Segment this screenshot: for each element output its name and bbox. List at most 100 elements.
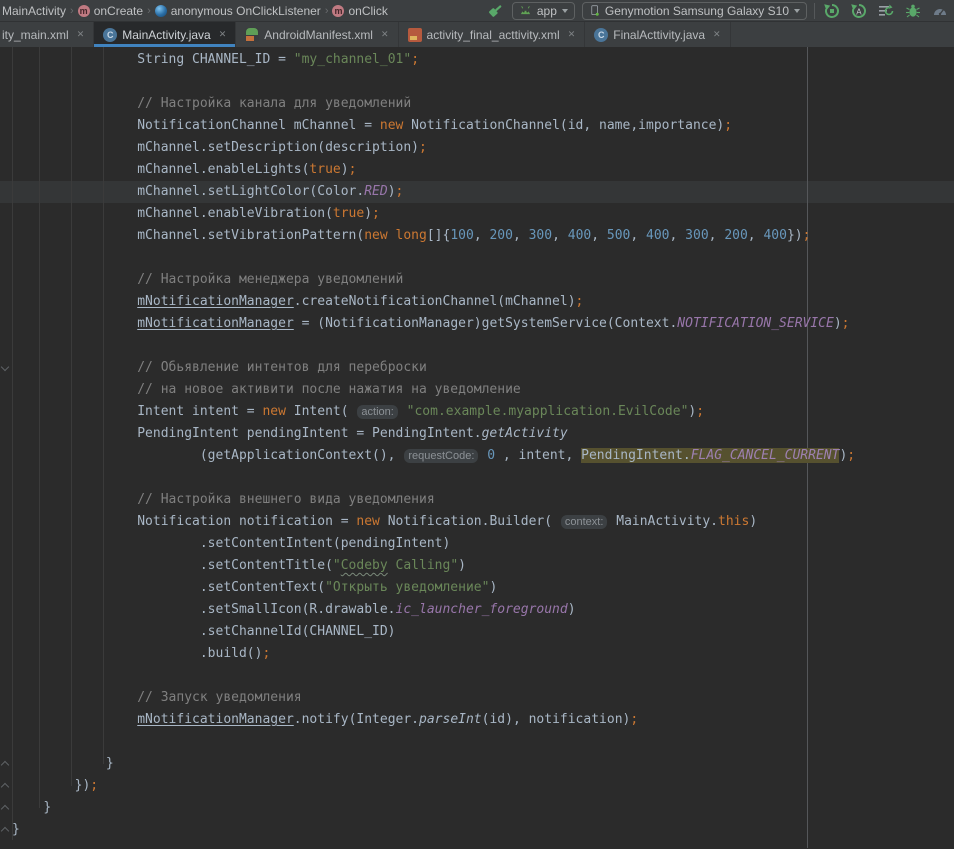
code-line[interactable]: PendingIntent pendingIntent = PendingInt… (0, 423, 954, 445)
code-line[interactable]: NotificationChannel mChannel = new Notif… (0, 115, 954, 137)
rerun-app-icon[interactable] (822, 1, 842, 21)
code-line-text[interactable]: } (12, 819, 20, 841)
code-line-text[interactable]: // Настройка внешнего вида уведомления (12, 489, 435, 511)
gutter-cell (0, 49, 12, 71)
code-line[interactable]: .setContentTitle("Codeby Calling") (0, 555, 954, 577)
fold-toggle-icon[interactable] (0, 753, 12, 775)
code-line-text[interactable]: mChannel.enableLights(true); (12, 159, 356, 181)
fold-toggle-icon[interactable] (0, 797, 12, 819)
build-hammer-icon[interactable] (485, 1, 505, 21)
code-line-text[interactable]: Intent intent = new Intent( action: "com… (12, 401, 704, 423)
code-line[interactable]: mChannel.setVibrationPattern(new long[]{… (0, 225, 954, 247)
code-line[interactable] (0, 467, 954, 489)
code-line[interactable]: .build(); (0, 643, 954, 665)
code-line[interactable]: } (0, 753, 954, 775)
phone-icon (589, 3, 600, 18)
code-line[interactable]: // Настройка канала для уведомлений (0, 93, 954, 115)
code-line[interactable]: } (0, 797, 954, 819)
code-line-text[interactable]: mNotificationManager = (NotificationMana… (12, 313, 850, 335)
code-line-text[interactable]: mNotificationManager.notify(Integer.pars… (12, 709, 638, 731)
code-line[interactable]: // Настройка внешнего вида уведомления (0, 489, 954, 511)
code-line[interactable] (0, 71, 954, 93)
apply-code-changes-icon[interactable] (876, 1, 896, 21)
tab-androidmanifest-xml[interactable]: AndroidManifest.xml ✕ (236, 22, 398, 47)
code-line-text[interactable]: } (12, 753, 114, 775)
code-line-text[interactable]: mChannel.enableVibration(true); (12, 203, 380, 225)
code-line-text[interactable]: Notification notification = new Notifica… (12, 511, 757, 533)
code-line-text[interactable]: mChannel.setLightColor(Color.RED); (12, 181, 403, 203)
code-line-text[interactable]: .build(); (12, 643, 270, 665)
close-icon[interactable]: ✕ (77, 29, 85, 40)
tab-mainactivity-java[interactable]: C MainActivity.java ✕ (94, 22, 236, 47)
code-line[interactable]: String CHANNEL_ID = "my_channel_01"; (0, 49, 954, 71)
code-line[interactable]: .setChannelId(CHANNEL_ID) (0, 621, 954, 643)
code-line-text[interactable]: // Настройка менеджера уведомлений (12, 269, 403, 291)
apply-changes-restart-icon[interactable]: A (849, 1, 869, 21)
gutter-cell (0, 137, 12, 159)
breadcrumb-item-anonymous-class[interactable]: anonymous OnClickListener (155, 4, 321, 18)
code-line-text[interactable]: .setChannelId(CHANNEL_ID) (12, 621, 396, 643)
code-line[interactable]: mChannel.enableVibration(true); (0, 203, 954, 225)
code-line[interactable]: // Обьявление интентов для переброски (0, 357, 954, 379)
code-line[interactable]: // Настройка менеджера уведомлений (0, 269, 954, 291)
fold-toggle-icon[interactable] (0, 775, 12, 797)
code-line[interactable]: mNotificationManager = (NotificationMana… (0, 313, 954, 335)
code-line-text[interactable]: mChannel.setVibrationPattern(new long[]{… (12, 225, 810, 247)
code-line[interactable] (0, 731, 954, 753)
code-line-text[interactable]: (getApplicationContext(), requestCode: 0… (12, 445, 855, 467)
close-icon[interactable]: ✕ (568, 29, 576, 40)
breadcrumb-item-oncreate[interactable]: m onCreate (78, 4, 143, 18)
code-line[interactable]: // Запуск уведомления (0, 687, 954, 709)
code-line-text[interactable]: mChannel.setDescription(description); (12, 137, 427, 159)
code-line-text[interactable]: .setSmallIcon(R.drawable.ic_launcher_for… (12, 599, 576, 621)
code-line[interactable]: mNotificationManager.createNotificationC… (0, 291, 954, 313)
gutter-cell (0, 577, 12, 599)
close-icon[interactable]: ✕ (713, 29, 721, 40)
code-line[interactable]: .setSmallIcon(R.drawable.ic_launcher_for… (0, 599, 954, 621)
code-line[interactable]: mChannel.setDescription(description); (0, 137, 954, 159)
code-editor[interactable]: String CHANNEL_ID = "my_channel_01"; // … (0, 47, 954, 848)
editor-tab-bar: ity_main.xml ✕ C MainActivity.java ✕ And… (0, 22, 954, 47)
close-icon[interactable]: ✕ (219, 29, 227, 40)
code-line[interactable]: mNotificationManager.notify(Integer.pars… (0, 709, 954, 731)
fold-toggle-icon[interactable] (0, 357, 12, 379)
code-line[interactable]: // на новое активити после нажатия на ув… (0, 379, 954, 401)
code-line[interactable]: mChannel.setLightColor(Color.RED); (0, 181, 954, 203)
code-line[interactable]: mChannel.enableLights(true); (0, 159, 954, 181)
code-line-text[interactable]: // Запуск уведомления (12, 687, 302, 709)
fold-toggle-icon[interactable] (0, 819, 12, 841)
close-icon[interactable]: ✕ (381, 29, 389, 40)
code-line[interactable]: .setContentText("Открыть уведомление") (0, 577, 954, 599)
code-line-text[interactable]: // Настройка канала для уведомлений (12, 93, 411, 115)
breadcrumb-item-onclick[interactable]: m onClick (332, 4, 387, 18)
gutter-cell (0, 225, 12, 247)
profiler-icon[interactable] (930, 1, 950, 21)
code-line-text[interactable]: // Обьявление интентов для переброски (12, 357, 427, 379)
code-line[interactable] (0, 335, 954, 357)
code-line[interactable]: .setContentIntent(pendingIntent) (0, 533, 954, 555)
code-line-text[interactable]: String CHANNEL_ID = "my_channel_01"; (12, 49, 419, 71)
tab-finalacttivity-java[interactable]: C FinalActtivity.java ✕ (585, 22, 730, 47)
code-line[interactable]: Notification notification = new Notifica… (0, 511, 954, 533)
code-line[interactable]: Intent intent = new Intent( action: "com… (0, 401, 954, 423)
code-line-text[interactable]: }); (12, 775, 98, 797)
module-selector[interactable]: app (512, 2, 575, 20)
code-line-text[interactable]: .setContentText("Открыть уведомление") (12, 577, 497, 599)
code-line-text[interactable]: NotificationChannel mChannel = new Notif… (12, 115, 732, 137)
code-line[interactable] (0, 247, 954, 269)
code-line-text[interactable]: .setContentTitle("Codeby Calling") (12, 555, 466, 577)
code-line[interactable]: } (0, 819, 954, 841)
code-line-text[interactable]: // на новое активити после нажатия на ув… (12, 379, 521, 401)
tab-activity-final-acttivity-xml[interactable]: activity_final_acttivity.xml ✕ (399, 22, 586, 47)
code-line-text[interactable]: .setContentIntent(pendingIntent) (12, 533, 450, 555)
code-line-text[interactable]: mNotificationManager.createNotificationC… (12, 291, 583, 313)
breadcrumb-item-class[interactable]: MainActivity (2, 4, 66, 18)
device-selector[interactable]: Genymotion Samsung Galaxy S10 (582, 2, 807, 20)
code-line[interactable]: (getApplicationContext(), requestCode: 0… (0, 445, 954, 467)
code-line[interactable] (0, 665, 954, 687)
code-line-text[interactable]: } (12, 797, 51, 819)
tab-activity-main-xml[interactable]: ity_main.xml ✕ (0, 22, 94, 47)
code-line[interactable]: }); (0, 775, 954, 797)
debug-bug-icon[interactable] (903, 1, 923, 21)
code-line-text[interactable]: PendingIntent pendingIntent = PendingInt… (12, 423, 568, 445)
